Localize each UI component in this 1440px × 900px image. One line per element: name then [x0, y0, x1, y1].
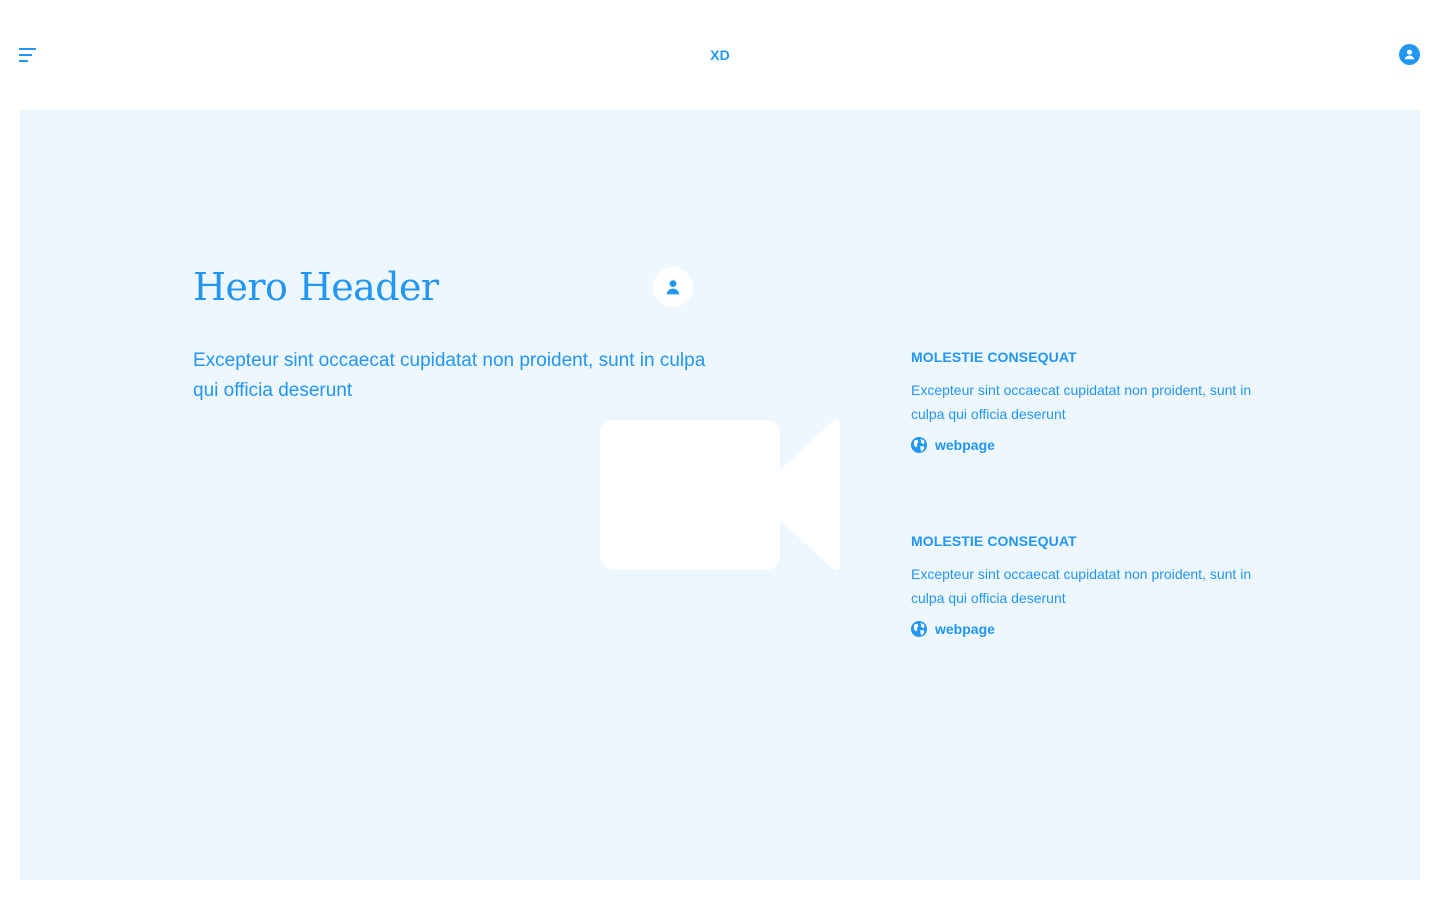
- feature-description: Excepteur sint occaecat cupidatat non pr…: [911, 566, 1252, 606]
- globe-icon: [911, 437, 927, 453]
- webpage-link-label: webpage: [935, 437, 995, 453]
- account-icon: [1399, 44, 1420, 65]
- feature-item: MOLESTIE CONSEQUAT Excepteur sint occaec…: [911, 532, 1271, 638]
- hero-title: Hero Header: [193, 265, 439, 309]
- globe-icon: [911, 621, 927, 637]
- feature-description: Excepteur sint occaecat cupidatat non pr…: [911, 382, 1252, 422]
- feature-title: MOLESTIE CONSEQUAT: [911, 349, 1077, 365]
- person-icon: [666, 280, 680, 295]
- account-button[interactable]: [1399, 44, 1420, 65]
- top-navigation-bar: XD: [0, 0, 1440, 110]
- feature-title: MOLESTIE CONSEQUAT: [911, 533, 1077, 549]
- brand-logo[interactable]: XD: [0, 46, 1440, 64]
- webpage-link[interactable]: webpage: [911, 620, 1271, 638]
- hero-avatar: [653, 267, 693, 307]
- webpage-link[interactable]: webpage: [911, 436, 1271, 454]
- video-placeholder: [600, 420, 840, 570]
- video-camera-icon: [600, 420, 840, 570]
- hero-section: Hero Header Excepteur sint occaecat cupi…: [20, 110, 1420, 880]
- hero-description: Excepteur sint occaecat cupidatat non pr…: [193, 350, 706, 401]
- feature-item: MOLESTIE CONSEQUAT Excepteur sint occaec…: [911, 348, 1271, 454]
- webpage-link-label: webpage: [935, 621, 995, 637]
